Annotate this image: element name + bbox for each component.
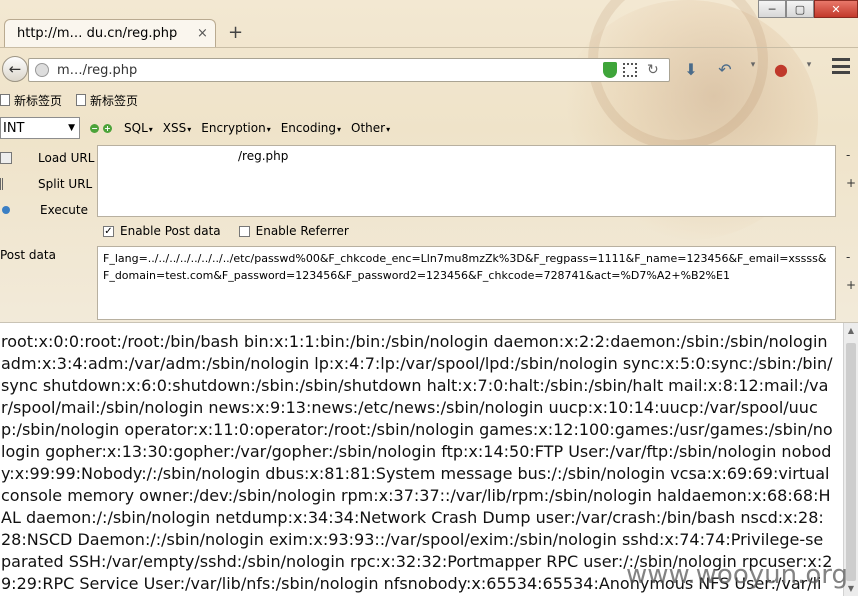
hackbar-menus: SQL XSS Encryption Encoding Other	[124, 121, 390, 135]
menu-encoding[interactable]: Encoding	[281, 121, 341, 135]
reload-icon[interactable]: ↻	[647, 62, 663, 78]
enable-referrer-checkbox[interactable]: Enable Referrer	[238, 224, 349, 238]
bookmark-label: 新标签页	[90, 93, 139, 108]
hackbar-options: ✓ Enable Post data Enable Referrer	[103, 224, 349, 238]
address-bar[interactable]: m…/reg.php ↻	[28, 58, 670, 82]
enable-post-label: Enable Post data	[120, 224, 221, 238]
menu-sql[interactable]: SQL	[124, 121, 153, 135]
chevron-down-icon: ▼	[68, 123, 75, 133]
watermark: www.wooyun.org	[625, 560, 848, 590]
split-icon	[0, 178, 12, 190]
post-data-label: Post data	[0, 248, 56, 262]
minimize-button[interactable]: ─	[758, 0, 786, 18]
execute-icon	[2, 206, 10, 214]
page-content: root:x:0:0:root:/root:/bin/bash bin:x:1:…	[0, 322, 858, 596]
plus-icon[interactable]: +	[103, 123, 112, 133]
navigation-bar: ← m…/reg.php ↻ ⬇ ↶ ▾ ● ▾	[0, 47, 858, 87]
maximize-button[interactable]: ▢	[786, 0, 814, 18]
hackbar-url-input[interactable]: /reg.php	[97, 145, 836, 217]
shield-icon[interactable]	[603, 62, 617, 78]
passwd-output: root:x:0:0:root:/root:/bin/bash bin:x:1:…	[1, 332, 833, 593]
dropdown-arrow-icon[interactable]: ▾	[748, 60, 758, 80]
page-icon	[0, 94, 10, 106]
execute-label: Execute	[40, 203, 88, 217]
download-icon[interactable]: ⬇	[680, 60, 702, 80]
bookmark-item[interactable]: 新标签页	[76, 92, 138, 109]
back-arrow-icon: ←	[8, 60, 22, 78]
hackbar-toolbar: INT ▼ − + SQL XSS Encryption Encoding Ot…	[0, 116, 390, 140]
enable-post-checkbox[interactable]: ✓ Enable Post data	[103, 224, 221, 238]
globe-icon	[35, 63, 49, 77]
browser-chrome: ─ ▢ ✕ http://m… du.cn/reg.php × + ← m…/r…	[0, 0, 858, 322]
new-tab-button[interactable]: +	[228, 22, 243, 43]
bookmark-label: 新标签页	[14, 93, 63, 108]
post-data-input[interactable]: F_lang=../../../../../../../../etc/passw…	[97, 246, 836, 320]
qr-code-icon[interactable]	[623, 63, 637, 77]
window-controls: ─ ▢ ✕	[758, 0, 858, 18]
minus-icon[interactable]: −	[90, 123, 99, 133]
split-url-button[interactable]: Split URL	[0, 171, 96, 197]
shrink-marker[interactable]: -	[846, 250, 850, 264]
scroll-up-icon[interactable]: ▲	[844, 323, 858, 339]
scroll-thumb[interactable]	[846, 343, 856, 581]
dropdown-arrow-icon[interactable]: ▾	[804, 60, 814, 80]
back-button[interactable]: ←	[2, 56, 28, 82]
tab-title: http://m… du.cn/reg.php	[17, 26, 178, 41]
close-window-button[interactable]: ✕	[814, 0, 858, 18]
menu-xss[interactable]: XSS	[163, 121, 191, 135]
increment-controls: − +	[90, 123, 112, 133]
grow-marker[interactable]: +	[846, 278, 856, 292]
bookmarks-bar: 新标签页 新标签页	[0, 89, 138, 111]
grow-marker[interactable]: +	[846, 176, 856, 190]
vertical-scrollbar[interactable]: ▲ ▼	[843, 323, 858, 596]
hackbar-actions: Load URL Split URL Execute	[0, 145, 96, 223]
menu-encryption[interactable]: Encryption	[201, 121, 270, 135]
tab-close-icon[interactable]: ×	[197, 26, 215, 41]
address-text[interactable]: m…/reg.php	[57, 63, 603, 78]
type-select[interactable]: INT ▼	[0, 117, 80, 139]
load-url-label: Load URL	[38, 151, 95, 165]
addon-icon[interactable]: ●	[770, 60, 792, 80]
toolbar-icons: ⬇ ↶ ▾ ● ▾	[680, 60, 814, 80]
hamburger-menu-icon[interactable]	[832, 58, 850, 74]
bookmark-item[interactable]: 新标签页	[0, 92, 62, 109]
enable-referrer-label: Enable Referrer	[255, 224, 349, 238]
type-select-value: INT	[3, 120, 25, 136]
undo-icon[interactable]: ↶	[714, 60, 736, 80]
load-url-button[interactable]: Load URL	[0, 145, 96, 171]
menu-other[interactable]: Other	[351, 121, 390, 135]
execute-button[interactable]: Execute	[0, 197, 96, 223]
page-icon	[76, 94, 87, 106]
browser-tab[interactable]: http://m… du.cn/reg.php ×	[4, 19, 216, 47]
split-url-label: Split URL	[38, 177, 93, 191]
hackbar-url-text: /reg.php	[238, 149, 289, 163]
shrink-marker[interactable]: -	[846, 148, 850, 162]
checkbox-checked-icon: ✓	[103, 225, 114, 237]
checkbox-unchecked-icon	[238, 225, 250, 237]
load-icon	[0, 152, 12, 164]
